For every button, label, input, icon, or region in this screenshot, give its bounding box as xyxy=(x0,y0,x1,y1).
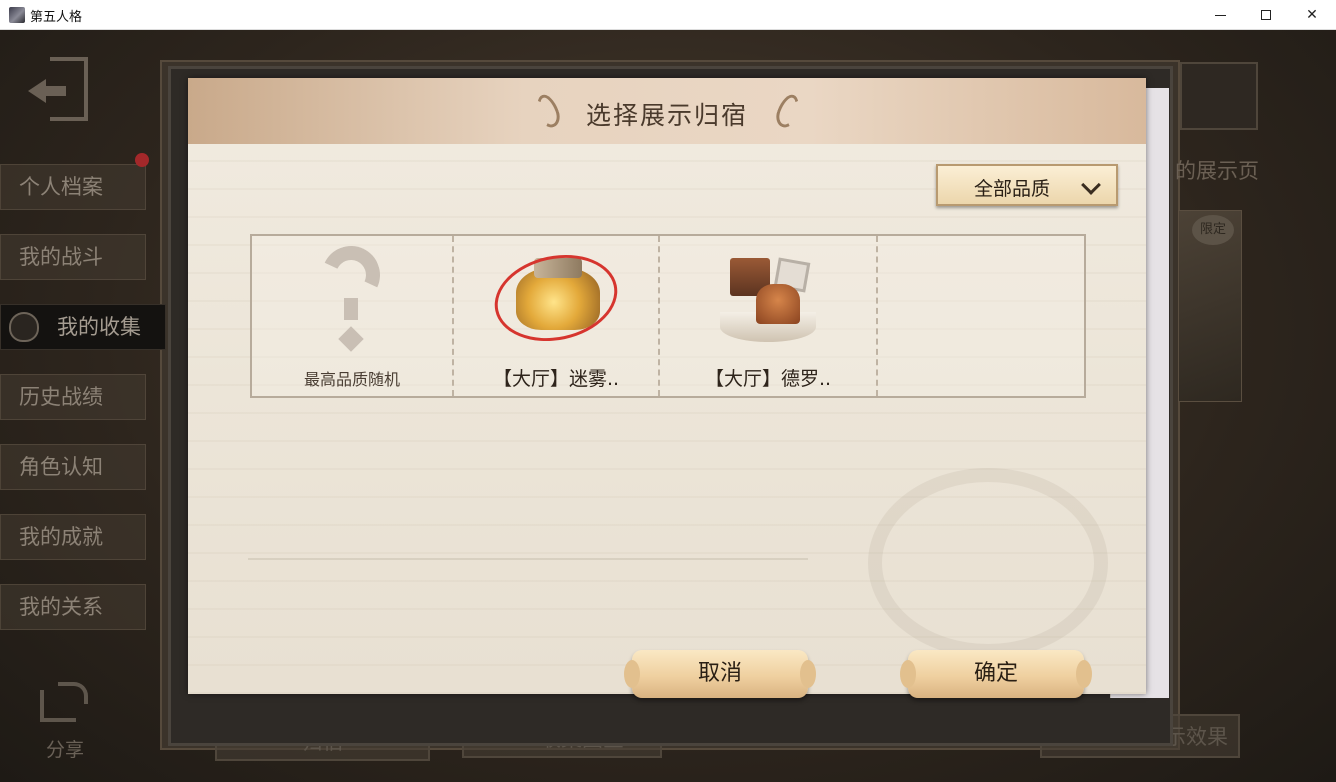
home-item-delo[interactable]: 【大厅】德罗.. xyxy=(660,236,878,396)
sidebar-item-label: 我的战斗 xyxy=(19,245,103,269)
sidebar-item-label: 个人档案 xyxy=(19,175,103,199)
sidebar-item-history[interactable]: 历史战绩 xyxy=(0,374,146,420)
shield-icon xyxy=(9,312,39,342)
lobby-mist-icon xyxy=(486,244,626,352)
sidebar-item-relations[interactable]: 我的关系 xyxy=(0,584,146,630)
sidebar-item-label: 角色认知 xyxy=(19,455,103,479)
sidebar-item-profile[interactable]: 个人档案 xyxy=(0,164,146,210)
close-icon: ✕ xyxy=(1306,7,1318,23)
lobby-delo-chair xyxy=(756,284,800,324)
background-right-label: 的展示页 xyxy=(1175,159,1259,183)
game-viewport: 个人档案 我的战斗 我的收集 历史战绩 角色认知 我的成就 我的关系 分享 的展… xyxy=(0,30,1336,782)
share-icon[interactable] xyxy=(40,682,90,722)
share-arrow xyxy=(58,682,88,704)
exit-arrow-shaft xyxy=(44,86,66,96)
home-item-label: 【大厅】迷雾.. xyxy=(492,368,620,390)
app-icon xyxy=(9,7,25,23)
quality-filter-dropdown[interactable]: 全部品质 xyxy=(936,164,1118,206)
home-item-mist[interactable]: 【大厅】迷雾.. xyxy=(454,236,660,396)
home-item-grid: 最高品质随机 【大厅】迷雾.. 【大厅】德罗.. xyxy=(250,234,1086,398)
lobby-delo-icon xyxy=(716,254,820,350)
minimize-button[interactable] xyxy=(1197,0,1243,30)
chevron-down-icon xyxy=(1081,175,1101,195)
share-label[interactable]: 分享 xyxy=(46,735,84,762)
sidebar-item-collection[interactable]: 我的收集 xyxy=(0,304,166,350)
maximize-button[interactable] xyxy=(1243,0,1289,30)
home-item-label: 最高品质随机 xyxy=(303,370,400,389)
sidebar-item-label: 历史战绩 xyxy=(19,385,103,409)
confirm-button[interactable]: 确定 xyxy=(900,650,1092,698)
limited-badge: 限定 xyxy=(1192,215,1234,245)
exit-arrow-icon xyxy=(28,79,46,103)
home-item-label: 【大厅】德罗.. xyxy=(704,368,832,390)
sidebar-item-achievements[interactable]: 我的成就 xyxy=(0,514,146,560)
q-stem xyxy=(344,298,358,320)
maximize-icon xyxy=(1261,10,1271,20)
home-item-empty xyxy=(878,236,1084,396)
quality-filter-label: 全部品质 xyxy=(974,178,1051,200)
home-item-random[interactable]: 最高品质随机 xyxy=(252,236,454,396)
question-mark-icon xyxy=(313,237,389,356)
window-titlebar: 第五人格 ✕ xyxy=(0,0,1336,30)
sidebar-item-battles[interactable]: 我的战斗 xyxy=(0,234,146,280)
cancel-button[interactable]: 取消 xyxy=(624,650,816,698)
exit-button[interactable] xyxy=(28,55,92,125)
sidebar-item-label: 我的成就 xyxy=(19,525,103,549)
minimize-icon xyxy=(1214,14,1226,16)
notification-dot xyxy=(135,153,149,167)
dialog-title: 选择展示归宿 xyxy=(585,101,748,130)
q-dot xyxy=(338,326,364,352)
select-home-dialog: 选择展示归宿 全部品质 最高品质随机 【大厅】迷雾.. 【大厅】德罗.. 取消 … xyxy=(188,78,1146,698)
sidebar-item-label: 我的收集 xyxy=(57,315,141,339)
dialog-header: 选择展示归宿 xyxy=(188,78,1146,144)
close-button[interactable]: ✕ xyxy=(1289,0,1335,30)
selected-ring-icon xyxy=(486,244,626,352)
sidebar-item-character[interactable]: 角色认知 xyxy=(0,444,146,490)
emblem-watermark-icon xyxy=(868,468,1108,658)
sidebar-item-label: 我的关系 xyxy=(19,595,103,619)
background-top-box xyxy=(1180,62,1258,130)
paper-scribble xyxy=(248,558,808,560)
window-title: 第五人格 xyxy=(30,10,83,25)
